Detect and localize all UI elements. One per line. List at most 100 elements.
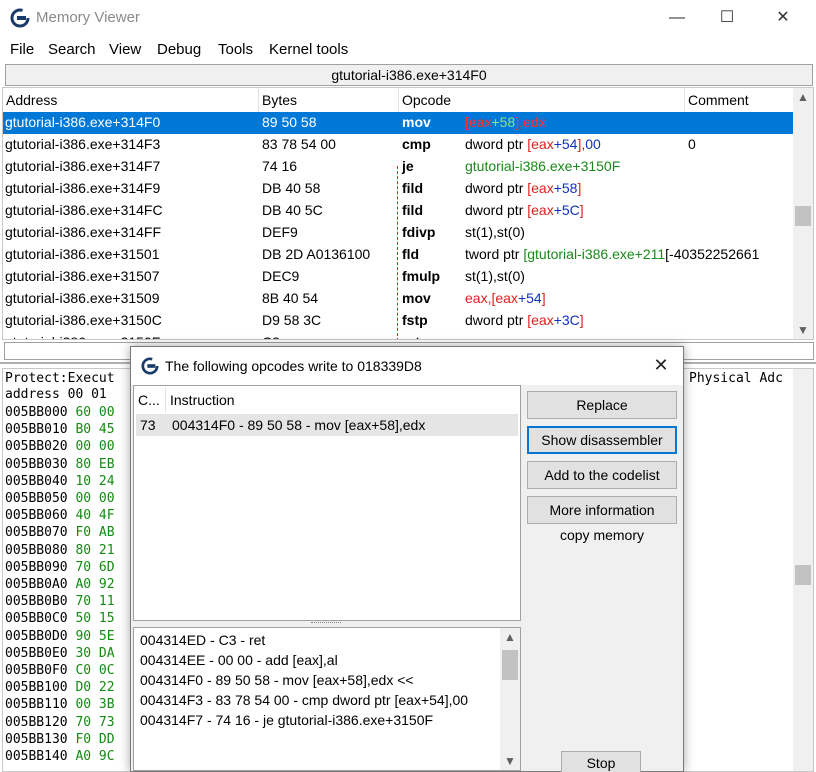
menu-debug[interactable]: Debug (157, 41, 201, 58)
scroll-down-icon[interactable]: ▼ (793, 323, 813, 337)
operand-part: eax (531, 180, 554, 196)
hex-row[interactable]: 005BB0C0 50 15 (5, 611, 115, 628)
opcode-entry[interactable]: 73004314F0 - 89 50 58 - mov [eax+58],edx (136, 414, 518, 436)
physical-address-label: Physical Adc (689, 371, 783, 386)
row-opcode: fstp (402, 312, 428, 328)
operand-part: ] (542, 290, 546, 306)
hex-row[interactable]: 005BB100 D0 22 (5, 680, 115, 697)
hex-address: 005BB140 (5, 749, 68, 764)
minimize-button[interactable]: — (654, 4, 700, 32)
column-comment[interactable]: Comment (685, 88, 795, 112)
row-address: gtutorial-i386.exe+3150F (5, 334, 160, 340)
hex-row[interactable]: 005BB050 00 00 (5, 491, 115, 508)
scroll-thumb[interactable] (795, 206, 811, 226)
disasm-row[interactable]: gtutorial-i386.exe+314FFDEF9fdivpst(1),s… (3, 222, 795, 244)
hex-row[interactable]: 005BB130 F0 DD (5, 732, 115, 749)
hex-row[interactable]: 005BB000 60 00 (5, 405, 115, 422)
menu-view[interactable]: View (109, 41, 141, 58)
row-opcode: mov (402, 114, 431, 130)
disasm-row[interactable]: gtutorial-i386.exe+314F383 78 54 00cmpdw… (3, 134, 795, 156)
hex-scroll-thumb[interactable] (795, 565, 811, 585)
maximize-button[interactable]: ☐ (704, 4, 750, 32)
hex-address: 005BB0E0 (5, 646, 68, 661)
code-line: 004314F3 - 83 78 54 00 - cmp dword ptr [… (140, 692, 468, 708)
scroll-up-icon[interactable]: ▲ (500, 630, 520, 644)
code-line: 004314ED - C3 - ret (140, 632, 265, 648)
hex-row[interactable]: 005BB0F0 C0 0C (5, 663, 115, 680)
disasm-row[interactable]: gtutorial-i386.exe+314F774 16jegtutorial… (3, 156, 795, 178)
hex-bytes: A0 92 (75, 577, 114, 592)
hex-address: 005BB0D0 (5, 629, 68, 644)
resize-grip[interactable] (311, 622, 341, 625)
scroll-up-icon[interactable]: ▲ (793, 90, 813, 104)
hex-row[interactable]: 005BB030 80 EB (5, 457, 115, 474)
disasm-row[interactable]: gtutorial-i386.exe+3150CD9 58 3Cfstpdwor… (3, 310, 795, 332)
hex-bytes: A0 9C (75, 749, 114, 764)
dialog-close-button[interactable]: ✕ (647, 353, 675, 377)
stop-button[interactable]: Stop (561, 751, 641, 772)
operand-part: ] (580, 202, 584, 218)
add-to-codelist-button[interactable]: Add to the codelist (527, 461, 677, 489)
code-scroll-thumb[interactable] (502, 650, 518, 680)
opcode-list[interactable]: C... Instruction 73004314F0 - 89 50 58 -… (133, 385, 521, 621)
row-address: gtutorial-i386.exe+3150C (5, 312, 162, 328)
menu-search[interactable]: Search (48, 41, 96, 58)
column-address[interactable]: Address (3, 88, 259, 112)
column-instruction[interactable]: Instruction (166, 388, 235, 412)
copy-memory-label[interactable]: copy memory (527, 527, 677, 543)
code-scrollbar[interactable]: ▲ ▼ (500, 628, 520, 770)
hex-bytes: 50 15 (75, 611, 114, 626)
disasm-row[interactable]: gtutorial-i386.exe+315098B 40 54moveax,[… (3, 288, 795, 310)
column-opcode[interactable]: Opcode (399, 88, 685, 112)
hex-row[interactable]: 005BB010 B0 45 (5, 422, 115, 439)
replace-button[interactable]: Replace (527, 391, 677, 419)
row-operands: dword ptr [eax+3C] (465, 312, 584, 328)
hex-row[interactable]: 005BB060 40 4F (5, 508, 115, 525)
hex-header: address 00 01 (5, 387, 107, 402)
menu-kernel-tools[interactable]: Kernel tools (269, 41, 348, 58)
hex-row[interactable]: 005BB070 F0 AB (5, 525, 115, 542)
jump-arrow-line (397, 166, 399, 340)
hex-row[interactable]: 005BB140 A0 9C (5, 749, 115, 766)
hex-address: 005BB050 (5, 491, 68, 506)
row-bytes: DB 2D A0136100 (262, 246, 370, 262)
current-address-header[interactable]: gtutorial-i386.exe+314F0 (5, 64, 813, 86)
row-operands: dword ptr [eax+5C] (465, 202, 584, 218)
disasm-row[interactable]: gtutorial-i386.exe+314F9DB 40 58filddwor… (3, 178, 795, 200)
column-count[interactable]: C... (134, 388, 166, 412)
disasm-row[interactable]: gtutorial-i386.exe+314FCDB 40 5Cfilddwor… (3, 200, 795, 222)
close-button[interactable]: ✕ (760, 4, 806, 32)
disasm-row[interactable]: gtutorial-i386.exe+31507DEC9fmulpst(1),s… (3, 266, 795, 288)
disasm-row[interactable]: gtutorial-i386.exe+3150FC3ret (3, 332, 795, 340)
hex-row[interactable]: 005BB0E0 30 DA (5, 646, 115, 663)
cheat-engine-icon (141, 357, 159, 375)
row-address: gtutorial-i386.exe+314F3 (5, 136, 160, 152)
disassembler-view[interactable]: Address Bytes Opcode Comment gtutorial-i… (2, 87, 814, 340)
hex-row[interactable]: 005BB090 70 6D (5, 560, 115, 577)
dialog-title: The following opcodes write to 018339D8 (165, 358, 422, 374)
row-address: gtutorial-i386.exe+314FC (5, 202, 163, 218)
menu-tools[interactable]: Tools (218, 41, 253, 58)
disasm-row[interactable]: gtutorial-i386.exe+314F089 50 58mov[eax+… (3, 112, 795, 134)
operand-part: +3C (554, 312, 580, 328)
hex-row[interactable]: 005BB0A0 A0 92 (5, 577, 115, 594)
hex-bytes: 70 6D (75, 560, 114, 575)
hex-row[interactable]: 005BB020 00 00 (5, 439, 115, 456)
hex-row[interactable]: 005BB0B0 70 11 (5, 594, 115, 611)
more-information-button[interactable]: More information (527, 496, 677, 524)
hex-row[interactable]: 005BB040 10 24 (5, 474, 115, 491)
menu-file[interactable]: File (10, 41, 34, 58)
hex-scrollbar[interactable] (793, 369, 813, 771)
hex-row[interactable]: 005BB0D0 90 5E (5, 629, 115, 646)
hex-row[interactable]: 005BB120 70 73 (5, 715, 115, 732)
row-address: gtutorial-i386.exe+314F0 (5, 114, 160, 130)
scroll-down-icon[interactable]: ▼ (500, 754, 520, 768)
code-context-box[interactable]: 004314ED - C3 - ret004314EE - 00 00 - ad… (133, 627, 521, 771)
hex-row[interactable]: 005BB080 80 21 (5, 543, 115, 560)
column-bytes[interactable]: Bytes (259, 88, 399, 112)
disasm-row[interactable]: gtutorial-i386.exe+31501DB 2D A0136100fl… (3, 244, 795, 266)
hex-row[interactable]: 005BB110 00 3B (5, 697, 115, 714)
show-disassembler-button[interactable]: Show disassembler (527, 426, 677, 454)
disassembler-scrollbar[interactable]: ▲ ▼ (793, 88, 813, 339)
operand-part: eax (495, 290, 518, 306)
